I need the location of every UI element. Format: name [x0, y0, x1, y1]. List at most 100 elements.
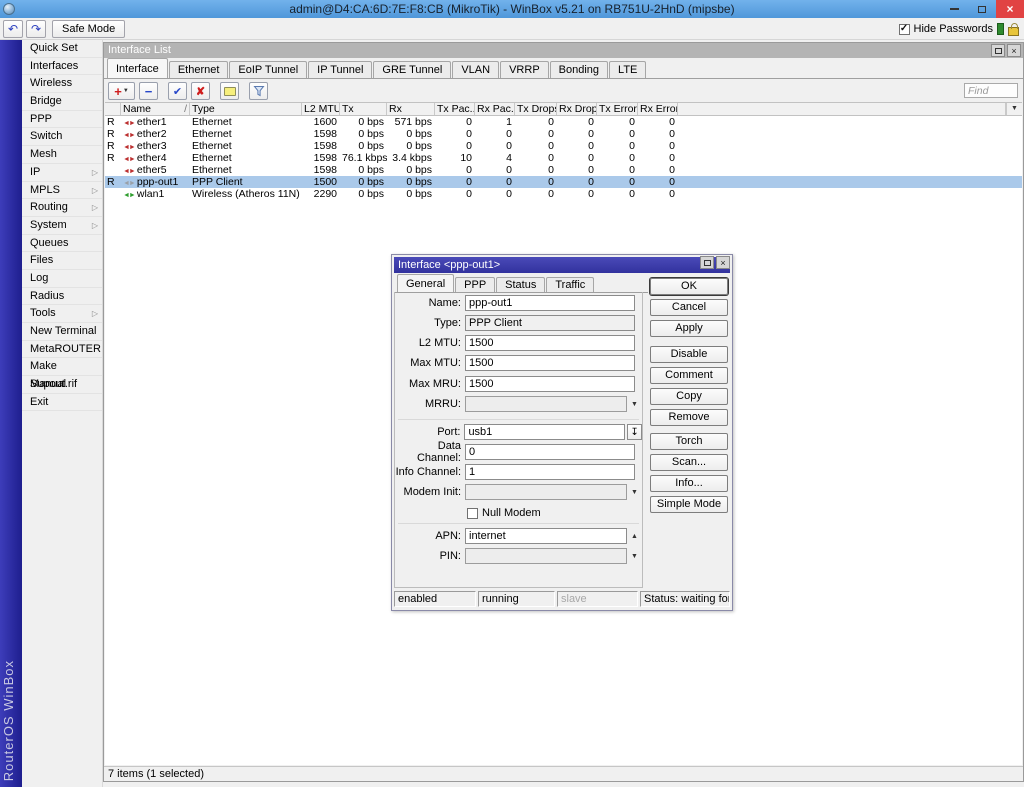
- l2-mtu-field[interactable]: [465, 335, 635, 351]
- tab-bonding[interactable]: Bonding: [550, 61, 608, 78]
- info-button[interactable]: Info...: [650, 475, 728, 492]
- comment-button[interactable]: [220, 82, 239, 100]
- column-header-rx[interactable]: Rx: [387, 103, 435, 115]
- table-row-ether5[interactable]: ◄►ether5 Ethernet 1598 0 bps 0 bps 0 0 0…: [105, 164, 1022, 176]
- column-header-tx-errors[interactable]: Tx Errors: [597, 103, 638, 115]
- disable-button[interactable]: ✘: [191, 82, 210, 100]
- copy-button[interactable]: Copy: [650, 388, 728, 405]
- null-modem-checkbox[interactable]: [467, 508, 478, 519]
- tab-ip-tunnel[interactable]: IP Tunnel: [308, 61, 372, 78]
- tab-vlan[interactable]: VLAN: [452, 61, 499, 78]
- sidebar-item-make-supout[interactable]: Make Supout.rif: [22, 358, 102, 376]
- port-select-button[interactable]: ↧: [627, 424, 642, 440]
- torch-button[interactable]: Torch: [650, 433, 728, 450]
- sidebar-item-exit[interactable]: Exit: [22, 394, 102, 412]
- pin-dropdown-arrow-icon[interactable]: ▼: [631, 553, 638, 560]
- data-channel-field[interactable]: [465, 444, 635, 460]
- info-channel-field[interactable]: [465, 464, 635, 480]
- table-row-ether1[interactable]: R ◄►ether1 Ethernet 1600 0 bps 571 bps 0…: [105, 116, 1022, 128]
- redo-button[interactable]: ↷: [26, 20, 46, 38]
- sidebar-item-radius[interactable]: Radius: [22, 288, 102, 306]
- mrru-dropdown-arrow-icon[interactable]: ▼: [631, 401, 638, 408]
- undo-button[interactable]: ↶: [3, 20, 23, 38]
- remove-button[interactable]: −: [139, 82, 158, 100]
- modem-init-field[interactable]: [465, 484, 627, 500]
- column-header-rx-errors[interactable]: Rx Errors: [638, 103, 678, 115]
- pin-field[interactable]: [465, 548, 627, 564]
- ok-button[interactable]: OK: [650, 278, 728, 295]
- minimize-button[interactable]: [940, 0, 968, 18]
- sidebar-item-wireless[interactable]: Wireless: [22, 75, 102, 93]
- sidebar-item-mesh[interactable]: Mesh: [22, 146, 102, 164]
- comment-button[interactable]: Comment: [650, 367, 728, 384]
- hide-passwords-checkbox[interactable]: [899, 24, 910, 35]
- column-header-tx-drops[interactable]: Tx Drops: [515, 103, 557, 115]
- sidebar-item-bridge[interactable]: Bridge: [22, 93, 102, 111]
- sidebar-item-files[interactable]: Files: [22, 252, 102, 270]
- dialog-maximize-button[interactable]: [700, 256, 714, 269]
- dialog-close-button[interactable]: ×: [716, 256, 730, 269]
- tab-ethernet[interactable]: Ethernet: [169, 61, 229, 78]
- sidebar-item-interfaces[interactable]: Interfaces: [22, 58, 102, 76]
- tab-eoip-tunnel[interactable]: EoIP Tunnel: [229, 61, 307, 78]
- sidebar-item-ppp[interactable]: PPP: [22, 111, 102, 129]
- column-header-name[interactable]: Name/: [121, 103, 190, 115]
- mrru-field[interactable]: [465, 396, 627, 412]
- sidebar-item-mpls[interactable]: MPLS▷: [22, 182, 102, 200]
- simple-mode-button[interactable]: Simple Mode: [650, 496, 728, 513]
- max-mru-field[interactable]: [465, 376, 635, 392]
- tab-ppp[interactable]: PPP: [455, 277, 495, 292]
- tab-lte[interactable]: LTE: [609, 61, 646, 78]
- column-header-rx-drops[interactable]: Rx Drops: [557, 103, 597, 115]
- add-button[interactable]: +▼: [108, 82, 135, 100]
- close-button[interactable]: ×: [996, 0, 1024, 18]
- find-input[interactable]: [964, 83, 1018, 98]
- window-restore-button[interactable]: [991, 44, 1005, 57]
- tab-gre-tunnel[interactable]: GRE Tunnel: [373, 61, 451, 78]
- tab-status[interactable]: Status: [496, 277, 545, 292]
- sidebar-item-log[interactable]: Log: [22, 270, 102, 288]
- window-close-button[interactable]: ×: [1007, 44, 1021, 57]
- sidebar-item-routing[interactable]: Routing▷: [22, 199, 102, 217]
- tab-vrrp[interactable]: VRRP: [500, 61, 549, 78]
- sidebar-item-system[interactable]: System▷: [22, 217, 102, 235]
- table-row-wlan1[interactable]: ◄►wlan1 Wireless (Atheros 11N) 2290 0 bp…: [105, 188, 1022, 200]
- column-header-tx-packets[interactable]: Tx Pac...: [435, 103, 475, 115]
- name-field[interactable]: [465, 295, 635, 311]
- remove-button[interactable]: Remove: [650, 409, 728, 426]
- apn-field[interactable]: [465, 528, 627, 544]
- max-mtu-field[interactable]: [465, 355, 635, 371]
- sidebar-item-queues[interactable]: Queues: [22, 235, 102, 253]
- modem-init-dropdown-arrow-icon[interactable]: ▼: [631, 489, 638, 496]
- column-select-arrow-icon[interactable]: ▼: [1006, 103, 1022, 115]
- tab-traffic[interactable]: Traffic: [546, 277, 594, 292]
- table-row-ether3[interactable]: R ◄►ether3 Ethernet 1598 0 bps 0 bps 0 0…: [105, 140, 1022, 152]
- scan-button[interactable]: Scan...: [650, 454, 728, 471]
- sidebar-item-ip[interactable]: IP▷: [22, 164, 102, 182]
- sidebar-item-manual[interactable]: Manual: [22, 376, 102, 394]
- column-header-rx-packets[interactable]: Rx Pac...: [475, 103, 515, 115]
- port-field[interactable]: [464, 424, 625, 440]
- sidebar-item-switch[interactable]: Switch: [22, 128, 102, 146]
- maximize-button[interactable]: [968, 0, 996, 18]
- tab-interface[interactable]: Interface: [107, 58, 168, 78]
- filter-button[interactable]: [249, 82, 268, 100]
- sidebar-item-new-terminal[interactable]: New Terminal: [22, 323, 102, 341]
- enable-button[interactable]: ✔: [168, 82, 187, 100]
- cancel-button[interactable]: Cancel: [650, 299, 728, 316]
- sidebar-item-tools[interactable]: Tools▷: [22, 305, 102, 323]
- column-header-tx[interactable]: Tx: [340, 103, 387, 115]
- tab-general[interactable]: General: [397, 274, 454, 292]
- table-row-ether2[interactable]: R ◄►ether2 Ethernet 1598 0 bps 0 bps 0 0…: [105, 128, 1022, 140]
- apn-dropdown-arrow-icon[interactable]: ▲: [631, 533, 638, 540]
- apply-button[interactable]: Apply: [650, 320, 728, 337]
- disable-button[interactable]: Disable: [650, 346, 728, 363]
- sidebar-item-quick-set[interactable]: Quick Set: [22, 40, 102, 58]
- sidebar-item-metarouter[interactable]: MetaROUTER: [22, 341, 102, 359]
- table-row-ether4[interactable]: R ◄►ether4 Ethernet 1598 76.1 kbps 3.4 k…: [105, 152, 1022, 164]
- column-header-flag[interactable]: [105, 103, 121, 115]
- column-header-type[interactable]: Type: [190, 103, 302, 115]
- column-header-l2mtu[interactable]: L2 MTU: [302, 103, 340, 115]
- table-row-ppp-out1-selected[interactable]: R ◄►ppp-out1 PPP Client 1500 0 bps 0 bps…: [105, 176, 1022, 188]
- safe-mode-button[interactable]: Safe Mode: [52, 20, 125, 38]
